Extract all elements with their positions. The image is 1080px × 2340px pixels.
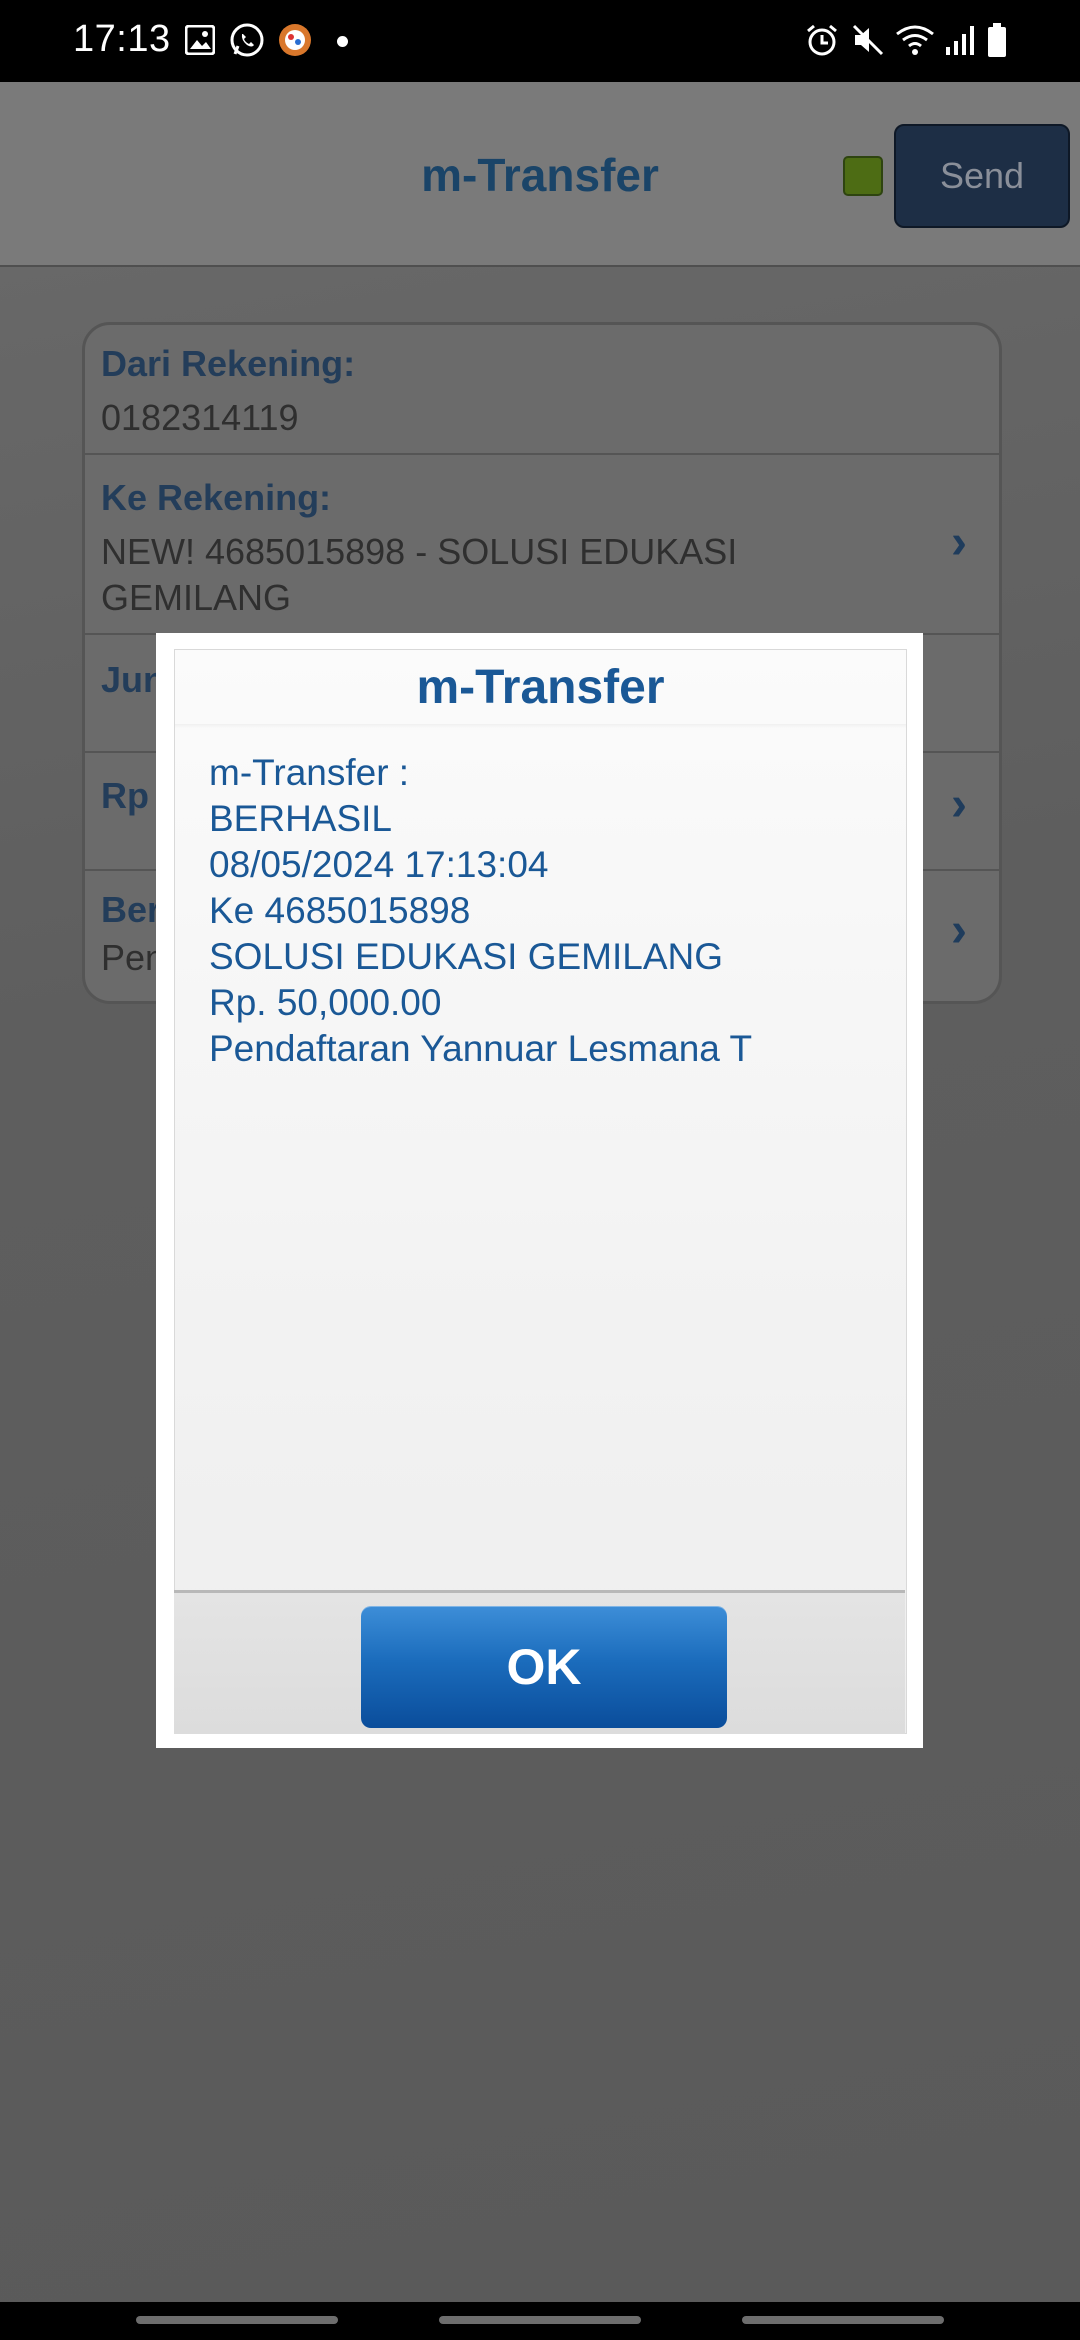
send-button[interactable]: Send (894, 124, 1070, 228)
notification-dot-icon (337, 36, 348, 47)
mute-icon (849, 22, 887, 58)
dialog-message-line: Pendaftaran Yannuar Lesmana T (209, 1028, 753, 1069)
dialog-title: m-Transfer (416, 661, 665, 714)
status-indicator (843, 156, 883, 196)
app-badge-icon (276, 22, 314, 58)
image-icon (183, 22, 217, 58)
form-row-to-account[interactable]: Ke Rekening: NEW! 4685015898 - SOLUSI ED… (85, 453, 999, 635)
alarm-icon (803, 22, 841, 58)
dialog-message-line: m-Transfer : (209, 752, 410, 793)
whatsapp-icon (228, 22, 266, 58)
row-label: Dari Rekening: (101, 343, 356, 384)
chevron-right-icon: › (951, 904, 967, 957)
divider (175, 724, 906, 728)
dialog-message-line: Ke 4685015898 (209, 890, 471, 931)
row-label: Rp (101, 775, 149, 816)
row-value: NEW! 4685015898 - SOLUSI EDUKASI GEMILAN… (101, 531, 738, 618)
row-value: 0182314119 (101, 397, 299, 438)
ok-button[interactable]: OK (361, 1606, 727, 1728)
status-time: 17:13 (73, 18, 171, 60)
dialog-message-line: Rp. 50,000.00 (209, 982, 442, 1023)
dialog-message-line: BERHASIL (209, 798, 393, 839)
status-bar: 17:13 (0, 0, 1080, 82)
wifi-icon (893, 22, 937, 58)
row-label: Ber (101, 889, 162, 930)
dialog-message-line: SOLUSI EDUKASI GEMILANG (209, 936, 724, 977)
nav-home-handle[interactable] (439, 2316, 641, 2324)
chevron-right-icon: › (951, 778, 967, 831)
battery-icon (985, 22, 1009, 58)
nav-recents-handle[interactable] (136, 2316, 338, 2324)
navigation-bar (0, 2302, 1080, 2340)
signal-icon (943, 22, 979, 58)
chevron-right-icon: › (951, 516, 967, 569)
row-label: Ke Rekening: (101, 477, 332, 518)
nav-back-handle[interactable] (742, 2316, 944, 2324)
form-row-from-account[interactable]: Dari Rekening: 0182314119 (85, 325, 999, 455)
dialog-message-line: 08/05/2024 17:13:04 (209, 844, 549, 885)
